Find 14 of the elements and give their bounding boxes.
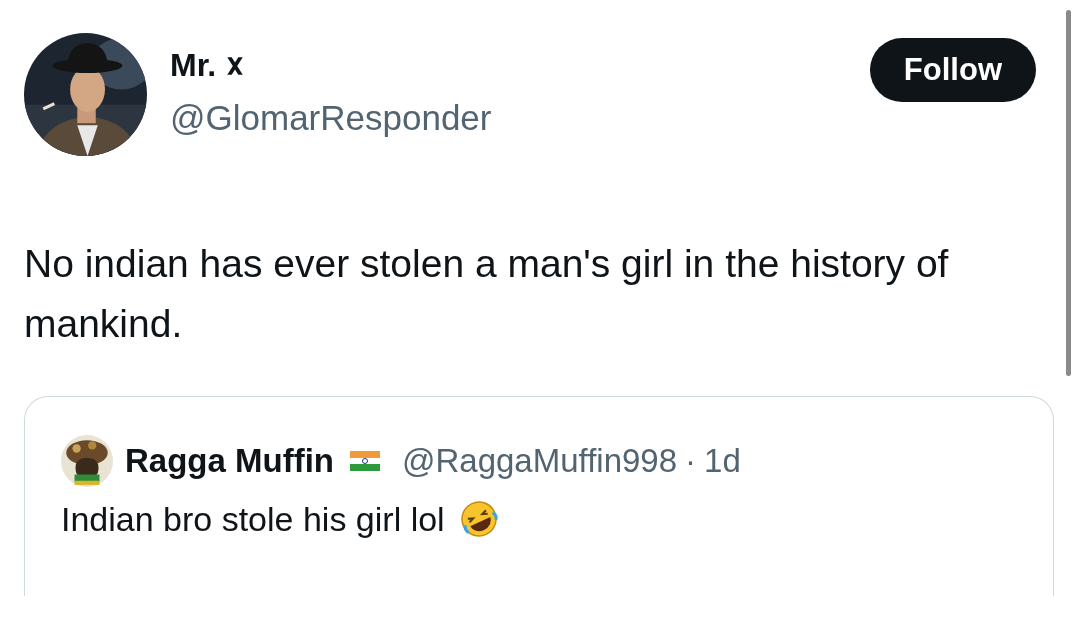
post-text: No indian has ever stolen a man's girl in the history of mankind. (24, 241, 950, 347)
follow-button[interactable]: Follow (869, 38, 1036, 102)
flag-icon (350, 451, 380, 471)
laughing-face-icon (458, 499, 499, 539)
quoted-post-text: Indian bro stole his girl lol (61, 499, 445, 539)
author-handle[interactable]: @GlomarResponder (170, 98, 870, 138)
author-name[interactable]: Mr. (170, 47, 217, 84)
quoted-author-name[interactable]: Ragga Muffin (125, 442, 334, 480)
separator-dot: · (685, 442, 697, 480)
quoted-author-handle[interactable]: @RaggaMuffin998 (402, 442, 678, 480)
quoted-post-card[interactable]: Ragga Muffin @RaggaMuffin998 · 1d Indian bro stole his girl lol (24, 396, 1054, 596)
scrollbar[interactable] (1066, 10, 1071, 376)
avatar-icon[interactable] (61, 435, 113, 487)
post-time: 1d (704, 442, 741, 480)
